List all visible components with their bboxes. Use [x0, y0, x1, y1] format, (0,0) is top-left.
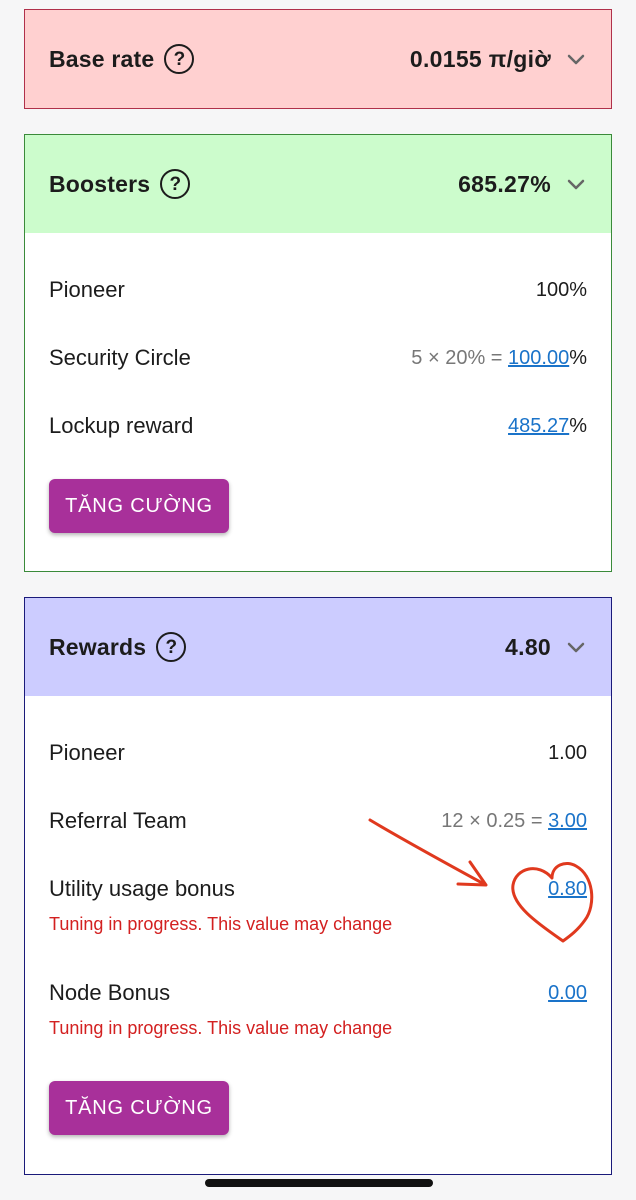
- tuning-warning: Tuning in progress. This value may chang…: [49, 914, 393, 934]
- percent-suffix: %: [569, 414, 587, 437]
- help-icon[interactable]: ?: [164, 44, 195, 74]
- help-icon[interactable]: ?: [156, 632, 187, 662]
- node-bonus-link[interactable]: 0.00: [548, 982, 587, 1004]
- boosters-value: 685.27%: [458, 170, 551, 197]
- row-value: 485.27%: [508, 415, 587, 438]
- row-label: Lockup reward: [49, 413, 194, 438]
- boosters-header[interactable]: Boosters ? 685.27%: [25, 135, 611, 233]
- booster-row-security-circle: Security Circle 5 × 20% = 100.00%: [49, 345, 587, 371]
- formula-text: 5 × 20% =: [411, 346, 509, 369]
- row-label: Utility usage bonus: [49, 876, 235, 901]
- row-value: 0.80: [548, 878, 587, 901]
- rewards-card: Rewards ? 4.80 Pioneer 1.00 Referral Tea…: [24, 597, 612, 1175]
- row-value: 12 × 0.25 = 3.00: [441, 810, 587, 833]
- referral-team-link[interactable]: 3.00: [548, 810, 587, 832]
- row-label: Node Bonus: [49, 980, 171, 1005]
- row-value: 100%: [535, 278, 587, 301]
- rewards-title: Rewards: [49, 633, 147, 660]
- reward-row-utility-usage-bonus: Utility usage bonus 0.80: [49, 876, 587, 902]
- base-rate-card: Base rate ? 0.0155 π/giờ: [24, 9, 612, 109]
- row-value: 0.00: [548, 982, 587, 1005]
- rewards-value: 4.80: [505, 633, 551, 660]
- boost-button[interactable]: TĂNG CƯỜNG: [49, 479, 229, 533]
- base-rate-header[interactable]: Base rate ? 0.0155 π/giờ: [25, 10, 611, 108]
- lockup-reward-link[interactable]: 485.27: [508, 415, 569, 437]
- chevron-down-icon[interactable]: [565, 173, 587, 195]
- help-icon[interactable]: ?: [160, 169, 191, 199]
- row-value: 1.00: [548, 741, 587, 764]
- base-rate-value: 0.0155 π/giờ: [409, 45, 551, 72]
- chevron-down-icon[interactable]: [565, 636, 587, 658]
- reward-row-pioneer: Pioneer 1.00: [49, 740, 587, 766]
- chevron-down-icon[interactable]: [565, 48, 587, 70]
- reward-row-node-bonus: Node Bonus 0.00: [49, 980, 587, 1006]
- security-circle-link[interactable]: 100.00: [508, 347, 569, 369]
- boosters-title: Boosters: [49, 170, 151, 197]
- formula-text: 12 × 0.25 =: [441, 809, 549, 832]
- percent-suffix: %: [569, 346, 587, 369]
- boosters-card: Boosters ? 685.27% Pioneer 100% Security…: [24, 134, 612, 572]
- row-value: 5 × 20% = 100.00%: [411, 347, 587, 370]
- booster-row-lockup-reward: Lockup reward 485.27%: [49, 413, 587, 439]
- booster-row-pioneer: Pioneer 100%: [49, 277, 587, 303]
- row-label: Security Circle: [49, 345, 191, 370]
- row-label: Pioneer: [49, 740, 125, 765]
- boost-button[interactable]: TĂNG CƯỜNG: [49, 1081, 229, 1135]
- row-label: Referral Team: [49, 808, 187, 833]
- rewards-header[interactable]: Rewards ? 4.80: [25, 598, 611, 696]
- row-label: Pioneer: [49, 277, 125, 302]
- tuning-warning: Tuning in progress. This value may chang…: [49, 1018, 393, 1038]
- reward-row-referral-team: Referral Team 12 × 0.25 = 3.00: [49, 808, 587, 834]
- utility-usage-bonus-link[interactable]: 0.80: [548, 878, 587, 900]
- home-indicator[interactable]: [205, 1179, 433, 1187]
- base-rate-title: Base rate: [49, 45, 155, 72]
